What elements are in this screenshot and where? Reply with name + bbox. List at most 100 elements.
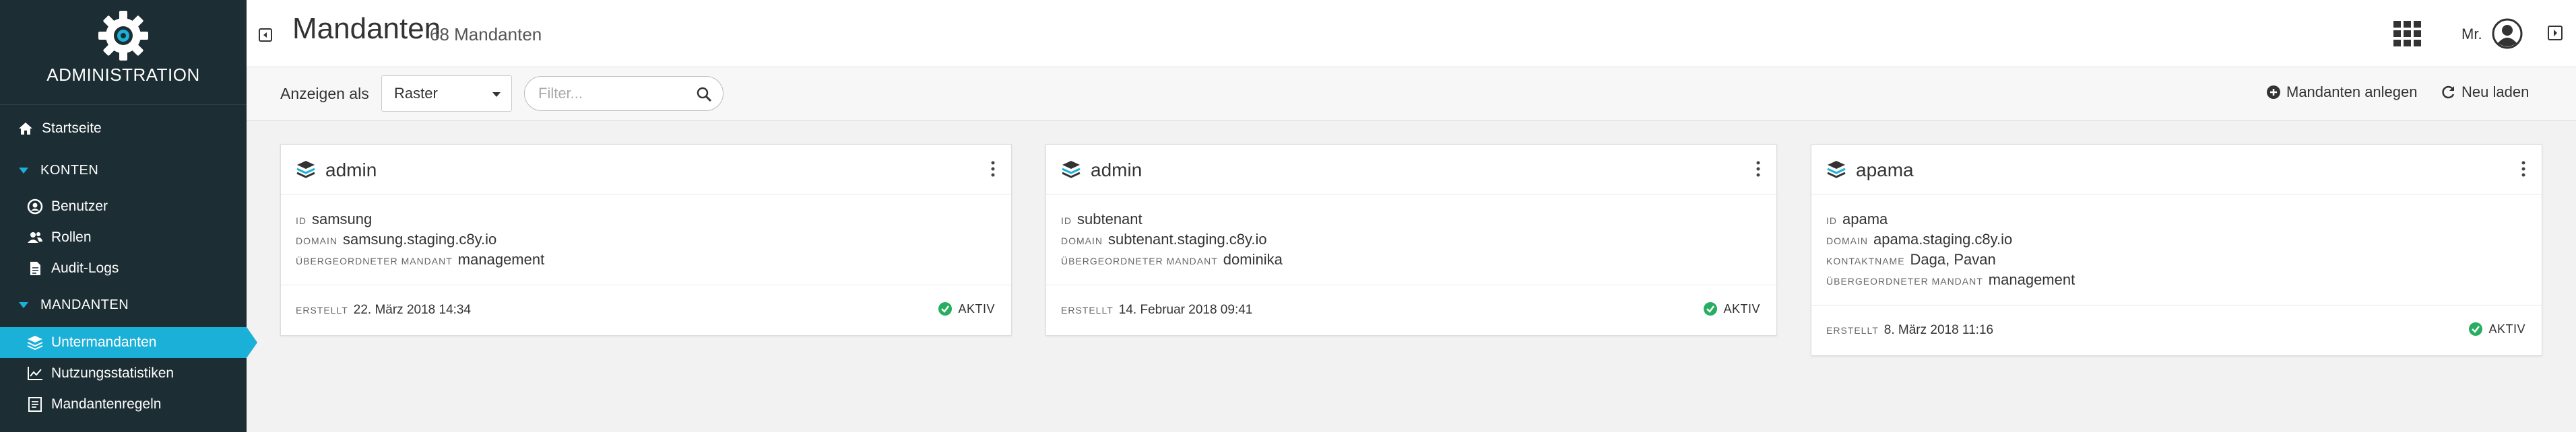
status-badge: AKTIV: [938, 301, 995, 316]
tenant-name[interactable]: admin: [1091, 159, 1142, 181]
check-circle-icon: [2469, 322, 2483, 336]
sidebar-item-label: Mandantenregeln: [51, 396, 162, 412]
sidebar-item-untermandanten[interactable]: Untermandanten: [0, 327, 257, 358]
tenant-domain-row: DOMAIN samsung.staging.c8y.io: [296, 231, 996, 251]
gear-logo-icon: [98, 11, 148, 61]
filter-input[interactable]: [538, 83, 686, 104]
tenant-domain-value: apama.staging.c8y.io: [1873, 231, 2013, 248]
sidebar-item-label: Untermandanten: [51, 334, 157, 350]
sidebar-item-benutzer[interactable]: Benutzer: [0, 191, 247, 222]
layers-icon: [1062, 161, 1081, 178]
create-tenant-button[interactable]: Mandanten anlegen: [2266, 83, 2418, 101]
search-icon[interactable]: [696, 86, 712, 102]
sidebar-section-mandanten[interactable]: MANDANTEN: [0, 289, 247, 320]
tenant-parent-row: ÜBERGEORDNETER MANDANT management: [1826, 271, 2527, 291]
view-mode-select[interactable]: Raster: [381, 75, 512, 112]
tenant-card[interactable]: admin ID subtenant DOMAIN subtenant.stag…: [1045, 144, 1777, 336]
sidebar: ADMINISTRATION Startseite KONTEN Benutze…: [0, 0, 257, 432]
rules-icon: [26, 395, 44, 414]
tenant-domain-label: DOMAIN: [1061, 236, 1103, 246]
sidebar-brand: ADMINISTRATION: [0, 0, 247, 105]
layers-icon: [26, 333, 44, 352]
tenant-parent-label: ÜBERGEORDNETER MANDANT: [1826, 276, 1983, 287]
tenant-domain-row: DOMAIN subtenant.staging.c8y.io: [1061, 231, 1762, 251]
view-as-label: Anzeigen als: [280, 85, 369, 102]
created-label: ERSTELLT: [1826, 325, 1879, 336]
tenant-parent-label: ÜBERGEORDNETER MANDANT: [1061, 256, 1218, 266]
layers-icon: [1827, 161, 1846, 178]
tenant-parent-value: dominika: [1223, 251, 1283, 268]
tenant-domain-label: DOMAIN: [296, 236, 337, 246]
tenant-card[interactable]: admin ID samsung DOMAIN samsung.staging.…: [280, 144, 1012, 336]
user-avatar-icon[interactable]: [2491, 17, 2523, 50]
plus-circle-icon: [2267, 85, 2280, 99]
created-value: 8. März 2018 11:16: [1883, 323, 1994, 337]
page-title: Mandanten: [292, 12, 441, 45]
tenant-name[interactable]: apama: [1856, 159, 1914, 181]
user-name[interactable]: Mr.: [2461, 26, 2482, 43]
card-body: ID apama DOMAIN apama.staging.c8y.io KON…: [1811, 194, 2542, 305]
app-switcher-icon[interactable]: [2393, 20, 2422, 47]
tenant-parent-row: ÜBERGEORDNETER MANDANT management: [296, 251, 996, 271]
right-drawer-icon[interactable]: [2548, 26, 2563, 40]
create-tenant-label: Mandanten anlegen: [2286, 83, 2418, 100]
tenant-domain-label: DOMAIN: [1826, 236, 1868, 246]
created-label: ERSTELLT: [1061, 305, 1114, 316]
sidebar-item-mandantenregeln[interactable]: Mandantenregeln: [0, 389, 247, 420]
refresh-icon: [2442, 85, 2455, 99]
sidebar-item-nutzungsstatistiken[interactable]: Nutzungsstatistiken: [0, 358, 247, 389]
kebab-menu-icon[interactable]: [2520, 159, 2527, 178]
card-header: admin: [281, 145, 1011, 194]
tenant-contact-value: Daga, Pavan: [1910, 251, 1996, 268]
sidebar-item-startseite[interactable]: Startseite: [0, 113, 247, 144]
sidebar-item-label: Startseite: [42, 120, 102, 136]
created-value: 22. März 2018 14:34: [353, 303, 472, 317]
layers-icon: [296, 161, 315, 178]
kebab-menu-icon[interactable]: [1755, 159, 1762, 178]
sidebar-item-label: Nutzungsstatistiken: [51, 365, 174, 381]
card-header: apama: [1811, 145, 2542, 194]
reload-button[interactable]: Neu laden: [2441, 83, 2529, 101]
status-text: AKTIV: [2488, 322, 2525, 336]
status-text: AKTIV: [958, 301, 995, 316]
tenant-parent-label: ÜBERGEORDNETER MANDANT: [296, 256, 453, 266]
status-text: AKTIV: [1723, 301, 1760, 316]
status-badge: AKTIV: [1703, 301, 1760, 316]
sidebar-section-label: KONTEN: [40, 162, 99, 178]
tenant-id-value: apama: [1842, 211, 1888, 227]
card-footer: ERSTELLT 8. März 2018 11:16 AKTIV: [1811, 305, 2542, 355]
kebab-menu-icon[interactable]: [990, 159, 996, 178]
tenant-id-row: ID subtenant: [1061, 211, 1762, 231]
sidebar-section-konten[interactable]: KONTEN: [0, 155, 247, 186]
filter-field[interactable]: [524, 76, 723, 111]
tenant-contact-row: KONTAKTNAME Daga, Pavan: [1826, 251, 2527, 271]
sidebar-title: ADMINISTRATION: [46, 65, 200, 85]
created-row: ERSTELLT 14. Februar 2018 09:41: [1061, 303, 1252, 318]
sidebar-section-label: MANDANTEN: [40, 297, 129, 312]
sidebar-item-label: Rollen: [51, 229, 92, 245]
tenant-id-value: samsung: [312, 211, 373, 227]
card-body: ID subtenant DOMAIN subtenant.staging.c8…: [1046, 194, 1776, 285]
tenant-domain-value: samsung.staging.c8y.io: [343, 231, 497, 248]
collapse-sidebar-icon[interactable]: [259, 28, 272, 42]
created-row: ERSTELLT 22. März 2018 14:34: [296, 303, 471, 318]
status-badge: AKTIV: [2468, 322, 2525, 336]
tenant-parent-value: management: [457, 251, 545, 268]
toolbar: Anzeigen als Raster Mandanten anlegen Ne…: [247, 67, 2576, 121]
sidebar-item-label: Benutzer: [51, 199, 108, 214]
created-row: ERSTELLT 8. März 2018 11:16: [1826, 323, 1993, 338]
view-mode-value: Raster: [394, 85, 438, 102]
sidebar-item-rollen[interactable]: Rollen: [0, 222, 247, 253]
chevron-down-icon: [19, 301, 28, 308]
tenant-domain-value: subtenant.staging.c8y.io: [1108, 231, 1267, 248]
card-footer: ERSTELLT 14. Februar 2018 09:41 AKTIV: [1046, 285, 1776, 335]
tenant-id-label: ID: [296, 215, 307, 226]
tenant-id-label: ID: [1061, 215, 1072, 226]
tenant-name[interactable]: admin: [325, 159, 377, 181]
tenant-card[interactable]: apama ID apama DOMAIN apama.staging.c8y.…: [1811, 144, 2542, 356]
tenant-parent-row: ÜBERGEORDNETER MANDANT dominika: [1061, 251, 1762, 271]
sidebar-item-audit-logs[interactable]: Audit-Logs: [0, 253, 247, 284]
tenant-id-label: ID: [1826, 215, 1837, 226]
check-circle-icon: [938, 302, 953, 316]
tenant-domain-row: DOMAIN apama.staging.c8y.io: [1826, 231, 2527, 251]
